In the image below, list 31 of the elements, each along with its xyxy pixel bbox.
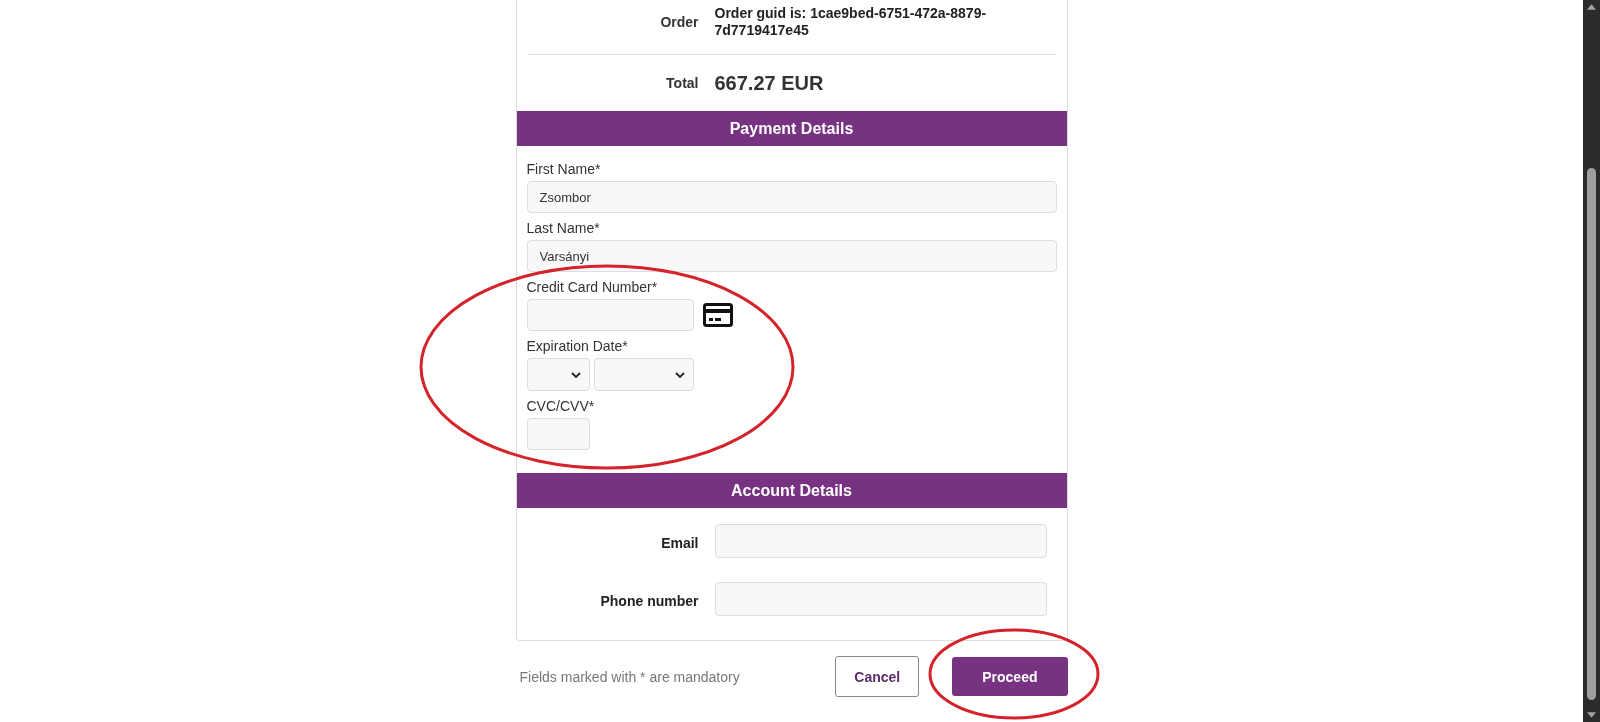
summary-label: Total [666, 75, 699, 91]
scrollbar-thumb[interactable] [1587, 168, 1596, 700]
text-field[interactable]: Varsányi [526, 240, 1057, 272]
total-amount: 667.27 EUR [714, 71, 824, 95]
proceed-button[interactable]: Proceed [952, 657, 1068, 696]
field-label: CVC/CVV* [526, 397, 595, 416]
chevron-down-icon [570, 371, 581, 378]
input-field[interactable] [714, 582, 1047, 616]
order-id: Order guid is: 1cae9bed-6751-472a-8879-7d7719417e45 [714, 5, 988, 38]
text-field[interactable]: Zsombor [526, 181, 1057, 213]
cancel-button[interactable]: Cancel [835, 656, 920, 697]
section-header: Account Details [516, 473, 1067, 508]
credit-card-icon [702, 303, 733, 327]
card-number-field[interactable] [526, 299, 694, 331]
field-label: Phone number [600, 592, 699, 609]
field-label: Last Name* [526, 219, 600, 238]
chevron-down-icon [674, 371, 685, 378]
section-header: Payment Details [516, 111, 1067, 146]
field-label: First Name* [526, 160, 601, 179]
scrollbar[interactable] [1583, 0, 1600, 722]
dropdown-select[interactable] [526, 358, 590, 391]
scroll-up-arrow-icon[interactable] [1587, 4, 1596, 10]
input-field[interactable] [714, 524, 1047, 558]
cvc-field[interactable] [526, 418, 590, 450]
summary-label: Order [660, 13, 699, 30]
field-label: Expiration Date* [526, 337, 628, 356]
mandatory-note: Fields marked with * are mandatory [519, 668, 740, 685]
scroll-down-arrow-icon[interactable] [1587, 712, 1596, 718]
field-label: Credit Card Number* [526, 278, 658, 297]
field-label: Email [661, 534, 699, 551]
dropdown-select[interactable] [593, 358, 694, 391]
